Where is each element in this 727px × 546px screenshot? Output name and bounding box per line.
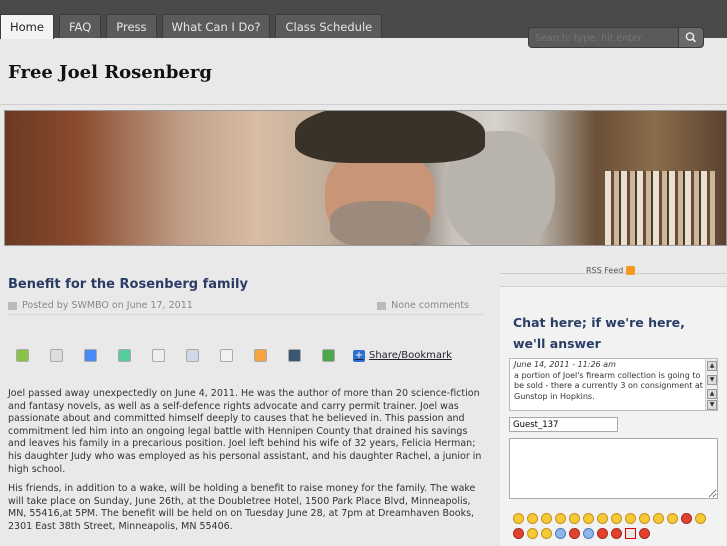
smiley-icon[interactable]: [611, 513, 622, 524]
person-beard: [330, 201, 430, 245]
smiley-icon[interactable]: [569, 513, 580, 524]
smiley-icon[interactable]: [597, 513, 608, 524]
stumbleupon-icon[interactable]: [322, 349, 335, 362]
tab-what-can-i-do[interactable]: What Can I Do?: [161, 14, 271, 38]
site-title[interactable]: Free Joel Rosenberg: [8, 62, 212, 83]
warning-icon[interactable]: [625, 528, 636, 539]
tab-home[interactable]: Home: [0, 14, 54, 39]
header-banner-image: [4, 110, 727, 246]
chat-log[interactable]: June 14, 2011 - 11:26 am a portion of Jo…: [509, 358, 718, 411]
post-paragraph: Joel passed away unexpectedly on June 4,…: [8, 388, 482, 475]
comments-label: None comments: [391, 300, 469, 311]
smiley-icon[interactable]: [527, 528, 538, 539]
instapaper-icon[interactable]: [152, 349, 165, 362]
meta-divider: [8, 314, 484, 315]
scroll-down-icon[interactable]: ▼: [707, 400, 717, 410]
smiley-icon[interactable]: [541, 528, 552, 539]
heart-icon[interactable]: [639, 528, 650, 539]
chat-message-field[interactable]: [509, 438, 718, 499]
reddit-icon[interactable]: [220, 349, 233, 362]
share-bookmark-label: Share/Bookmark: [369, 350, 452, 361]
smiley-icon[interactable]: [583, 513, 594, 524]
main-nav: Home FAQ Press What Can I Do? Class Sche…: [0, 14, 387, 39]
messenger-icon[interactable]: [118, 349, 131, 362]
author-icon: [8, 301, 17, 310]
tab-class-schedule[interactable]: Class Schedule: [275, 14, 383, 38]
comment-icon: [377, 301, 387, 310]
post-paragraph: His friends, in addition to a wake, will…: [8, 483, 476, 532]
search-icon: [685, 32, 697, 43]
smiley-palette: [513, 513, 713, 543]
scroll-up-icon[interactable]: ▲: [707, 361, 717, 371]
post-meta: Posted by SWMBO on June 17, 2011 None co…: [8, 300, 484, 314]
devil-smiley-icon[interactable]: [513, 528, 524, 539]
chat-scrollbar[interactable]: ▲ ▼ ▲ ▼: [705, 359, 717, 410]
smiley-icon[interactable]: [527, 513, 538, 524]
chat-date: June 14, 2011 - 11:26 am: [514, 360, 616, 369]
search-input[interactable]: [529, 28, 685, 49]
blogger-icon[interactable]: [254, 349, 267, 362]
chat-message: a portion of Joel's firearm collection i…: [514, 370, 703, 401]
post-byline: Posted by SWMBO on June 17, 2011: [22, 300, 193, 311]
tab-faq[interactable]: FAQ: [58, 14, 102, 38]
post-title[interactable]: Benefit for the Rosenberg family: [8, 277, 248, 292]
smiley-icon[interactable]: [541, 513, 552, 524]
smiley-icon[interactable]: [653, 513, 664, 524]
minus-icon[interactable]: [611, 528, 622, 539]
scroll-down-icon[interactable]: ▼: [707, 375, 717, 385]
tab-press[interactable]: Press: [106, 14, 157, 38]
evernote-icon[interactable]: [16, 349, 29, 362]
header-divider: [0, 104, 727, 105]
rss-feed-link[interactable]: RSS Feed: [586, 266, 636, 275]
rss-label: RSS Feed: [586, 266, 624, 275]
share-bar: + Share/Bookmark: [16, 349, 452, 362]
share-bookmark-link[interactable]: + Share/Bookmark: [353, 349, 452, 362]
scroll-up-icon[interactable]: ▲: [707, 389, 717, 399]
bookshelf: [605, 171, 715, 245]
smiley-icon[interactable]: [639, 513, 650, 524]
question-icon[interactable]: [583, 528, 594, 539]
arrow-icon[interactable]: [569, 528, 580, 539]
tumblr-icon[interactable]: [288, 349, 301, 362]
search-box: [528, 27, 704, 49]
search-button[interactable]: [678, 28, 703, 47]
smiley-icon[interactable]: [695, 513, 706, 524]
plus-icon: +: [353, 349, 365, 362]
clip-icon[interactable]: [186, 349, 199, 362]
smiley-icon[interactable]: [555, 513, 566, 524]
smiley-icon[interactable]: [625, 513, 636, 524]
smiley-icon[interactable]: [667, 513, 678, 524]
google-icon[interactable]: [84, 349, 97, 362]
rss-bar: RSS Feed: [500, 263, 726, 283]
person-hat: [295, 111, 485, 163]
angry-smiley-icon[interactable]: [681, 513, 692, 524]
folder-icon[interactable]: [50, 349, 63, 362]
idea-icon[interactable]: [555, 528, 566, 539]
stop-icon[interactable]: [597, 528, 608, 539]
smiley-icon[interactable]: [513, 513, 524, 524]
chat-name-field[interactable]: [509, 417, 618, 432]
comments-link[interactable]: None comments: [377, 300, 469, 311]
rss-icon: [626, 266, 636, 275]
chat-heading: Chat here; if we're here, we'll answer: [513, 315, 685, 351]
